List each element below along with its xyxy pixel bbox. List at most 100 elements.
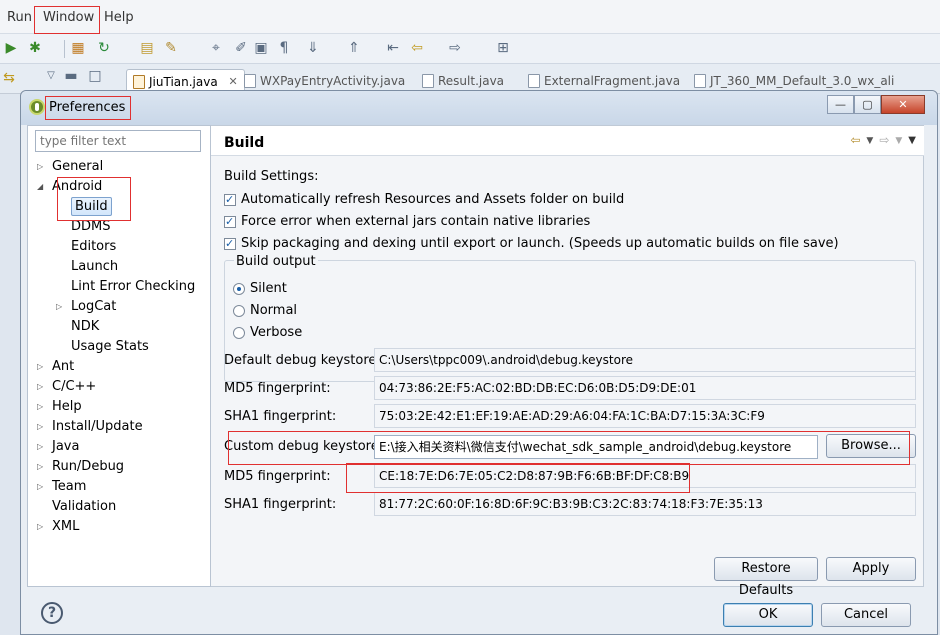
- checkbox-checked-icon: [224, 191, 236, 209]
- default-sha1-label: SHA1 fingerprint:: [224, 409, 337, 424]
- tree-item-ant[interactable]: ▷ Ant: [37, 357, 75, 377]
- build-settings-label: Build Settings:: [224, 169, 319, 184]
- tree-item-android[interactable]: ◢ Android: [37, 177, 102, 197]
- annotation-next-icon[interactable]: ⇓: [304, 39, 322, 57]
- tree-item-run-debug[interactable]: ▷ Run/Debug: [37, 457, 124, 477]
- build-output-label: Build output: [234, 254, 318, 269]
- tree-item-label: LogCat: [71, 299, 117, 314]
- tree-item-java[interactable]: ▷ Java: [37, 437, 79, 457]
- view-menu-icon[interactable]: ▽: [42, 67, 60, 85]
- radio-label: Silent: [250, 281, 287, 296]
- minimize-button[interactable]: —: [827, 95, 854, 114]
- tree-item-xml[interactable]: ▷ XML: [37, 517, 79, 537]
- pin-editor-icon[interactable]: ⊞: [494, 39, 512, 57]
- tree-item-editors[interactable]: Editors: [71, 237, 116, 257]
- grid-icon[interactable]: ▦: [69, 39, 87, 57]
- tree-item-build[interactable]: Build: [71, 197, 112, 217]
- tree-item-team[interactable]: ▷ Team: [37, 477, 86, 497]
- tree-item-label: Help: [52, 399, 82, 414]
- restore-defaults-button[interactable]: Restore Defaults: [714, 557, 818, 598]
- pin-icon[interactable]: ⌖: [207, 39, 225, 57]
- collapsed-arrow-icon[interactable]: ▷: [37, 417, 43, 437]
- radio-label: Verbose: [250, 325, 303, 340]
- collapsed-arrow-icon[interactable]: ▷: [56, 297, 62, 317]
- custom-keystore-input[interactable]: E:\接入相关资料\微信支付\wechat_sdk_sample_android…: [374, 435, 818, 459]
- run-icon[interactable]: ▶: [2, 39, 20, 57]
- tree-item-usage-stats[interactable]: Usage Stats: [71, 337, 149, 357]
- menu-window[interactable]: Window: [43, 10, 94, 25]
- back-menu-icon[interactable]: ▼: [866, 133, 873, 149]
- brush-icon[interactable]: ✐: [232, 39, 250, 57]
- sync-icon[interactable]: ⇆: [0, 69, 18, 87]
- tree-item-lint-error-checking[interactable]: Lint Error Checking: [71, 277, 195, 297]
- expanded-arrow-icon[interactable]: ◢: [37, 177, 43, 197]
- dialog-titlebar: Preferences — ▢ ✕: [21, 91, 937, 125]
- view-menu-icon[interactable]: ▼: [908, 133, 916, 149]
- tree-item-label: Ant: [52, 359, 75, 374]
- auto-refresh-checkbox[interactable]: Automatically refresh Resources and Asse…: [224, 191, 624, 209]
- browse-button[interactable]: Browse...: [826, 434, 916, 458]
- tree-item-c-c-[interactable]: ▷ C/C++: [37, 377, 97, 397]
- force-error-checkbox[interactable]: Force error when external jars contain n…: [224, 213, 590, 231]
- forward-arrow-icon[interactable]: ⇨: [446, 39, 464, 57]
- tree-item-label: General: [52, 159, 104, 174]
- last-edit-icon[interactable]: ⇤: [384, 39, 402, 57]
- tree-item-install-update[interactable]: ▷ Install/Update: [37, 417, 143, 437]
- minimize-view-icon[interactable]: ▬: [62, 67, 80, 85]
- collapsed-arrow-icon[interactable]: ▷: [37, 377, 43, 397]
- verbose-radio[interactable]: Verbose: [233, 324, 302, 342]
- tree-item-label: DDMS: [71, 219, 111, 234]
- skip-packaging-checkbox[interactable]: Skip packaging and dexing until export o…: [224, 235, 839, 253]
- collapsed-arrow-icon[interactable]: ▷: [37, 457, 43, 477]
- checkbox-checked-icon: [224, 235, 236, 253]
- tree-item-label: C/C++: [52, 379, 97, 394]
- filter-input[interactable]: [35, 130, 201, 152]
- collapsed-arrow-icon[interactable]: ▷: [37, 517, 43, 537]
- help-icon[interactable]: ?: [41, 602, 63, 624]
- tree-item-ndk[interactable]: NDK: [71, 317, 99, 337]
- apply-button[interactable]: Apply: [826, 557, 916, 581]
- collapsed-arrow-icon[interactable]: ▷: [37, 397, 43, 417]
- menu-run[interactable]: Run: [7, 10, 32, 25]
- paragraph-icon[interactable]: ¶: [275, 39, 293, 57]
- back-arrow-icon[interactable]: ⇦: [408, 39, 426, 57]
- maximize-button[interactable]: ▢: [854, 95, 881, 114]
- collapsed-arrow-icon[interactable]: ▷: [37, 477, 43, 497]
- radio-icon: [233, 305, 245, 317]
- collapsed-arrow-icon[interactable]: ▷: [37, 157, 43, 177]
- tree-item-help[interactable]: ▷ Help: [37, 397, 82, 417]
- page-icon[interactable]: ▣: [252, 39, 270, 57]
- refresh-icon[interactable]: ↻: [95, 39, 113, 57]
- tree-item-launch[interactable]: Launch: [71, 257, 118, 277]
- menu-help[interactable]: Help: [104, 10, 134, 25]
- tree-item-label: Launch: [71, 259, 119, 274]
- page-header: Build ⇦ ▼ ⇨ ▼ ▼: [211, 126, 924, 156]
- close-button[interactable]: ✕: [881, 95, 925, 114]
- java-file-icon: [528, 74, 540, 88]
- forward-arrow-icon[interactable]: ⇨: [879, 133, 889, 149]
- checkbox-label: Automatically refresh Resources and Asse…: [241, 192, 625, 207]
- tree-item-ddms[interactable]: DDMS: [71, 217, 111, 237]
- manifest-file-icon: [694, 74, 706, 88]
- ok-button[interactable]: OK: [723, 603, 813, 627]
- normal-radio[interactable]: Normal: [233, 302, 297, 320]
- tree-item-label: Build: [71, 197, 112, 216]
- default-keystore-label: Default debug keystore:: [224, 353, 381, 368]
- radio-label: Normal: [250, 303, 298, 318]
- annotation-prev-icon[interactable]: ⇑: [345, 39, 363, 57]
- tree-item-validation[interactable]: Validation: [52, 497, 116, 517]
- cancel-button[interactable]: Cancel: [821, 603, 911, 627]
- open-folder-icon[interactable]: ▤: [138, 39, 156, 57]
- collapsed-arrow-icon[interactable]: ▷: [37, 437, 43, 457]
- back-arrow-icon[interactable]: ⇦: [850, 133, 860, 149]
- debug-icon[interactable]: ✱: [26, 39, 44, 57]
- tree-item-logcat[interactable]: ▷ LogCat: [56, 297, 117, 317]
- tree-item-general[interactable]: ▷ General: [37, 157, 104, 177]
- toolbar-separator: [64, 40, 65, 58]
- maximize-view-icon[interactable]: □: [86, 67, 104, 85]
- silent-radio[interactable]: Silent: [233, 280, 287, 298]
- forward-menu-icon[interactable]: ▼: [895, 133, 902, 149]
- collapsed-arrow-icon[interactable]: ▷: [37, 357, 43, 377]
- default-md5-field: 04:73:86:2E:F5:AC:02:BD:DB:EC:D6:0B:D5:D…: [374, 376, 916, 400]
- pencil-icon[interactable]: ✎: [162, 39, 180, 57]
